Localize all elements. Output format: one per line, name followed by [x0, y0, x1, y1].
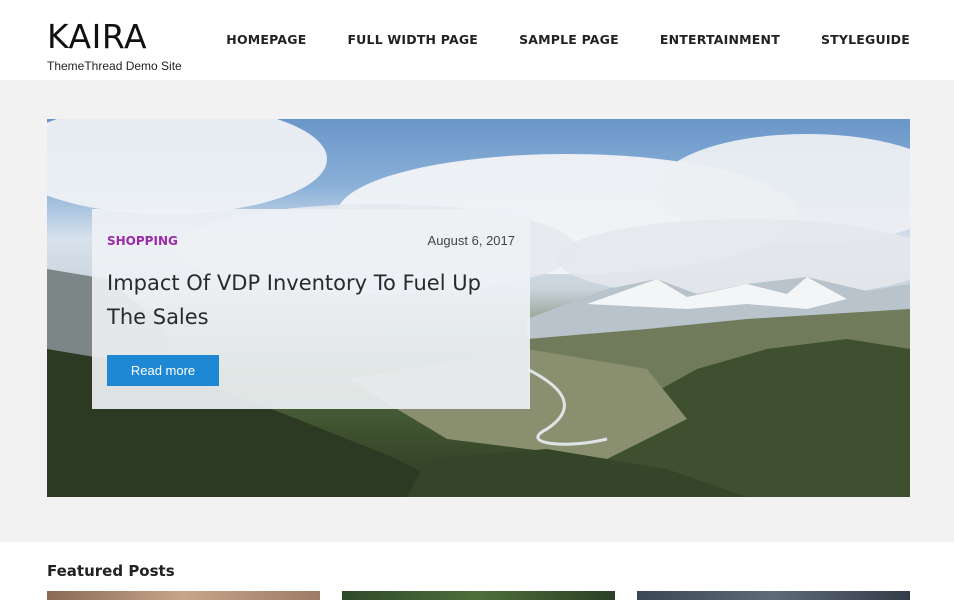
site-title[interactable]: KAIRA [47, 19, 147, 55]
main-navigation: HOMEPAGE FULL WIDTH PAGE SAMPLE PAGE ENT… [185, 32, 910, 47]
site-header: KAIRA ThemeThread Demo Site HOMEPAGE FUL… [0, 0, 954, 80]
nav-item-sample-page[interactable]: SAMPLE PAGE [519, 32, 619, 47]
featured-post-thumbnail[interactable] [637, 591, 910, 600]
site-tagline: ThemeThread Demo Site [47, 59, 182, 73]
post-date: August 6, 2017 [427, 233, 515, 248]
featured-post-thumbnail[interactable] [47, 591, 320, 600]
nav-item-homepage[interactable]: HOMEPAGE [226, 32, 306, 47]
read-more-button[interactable]: Read more [107, 355, 219, 386]
post-title[interactable]: Impact Of VDP Inventory To Fuel Up The S… [107, 266, 517, 334]
featured-posts-heading: Featured Posts [47, 562, 175, 580]
post-category-link[interactable]: SHOPPING [107, 234, 178, 248]
nav-item-entertainment[interactable]: ENTERTAINMENT [660, 32, 780, 47]
featured-post-card: SHOPPING August 6, 2017 Impact Of VDP In… [92, 209, 530, 409]
nav-item-styleguide[interactable]: STYLEGUIDE [821, 32, 910, 47]
nav-item-full-width-page[interactable]: FULL WIDTH PAGE [347, 32, 478, 47]
featured-post-thumbnail[interactable] [342, 591, 615, 600]
